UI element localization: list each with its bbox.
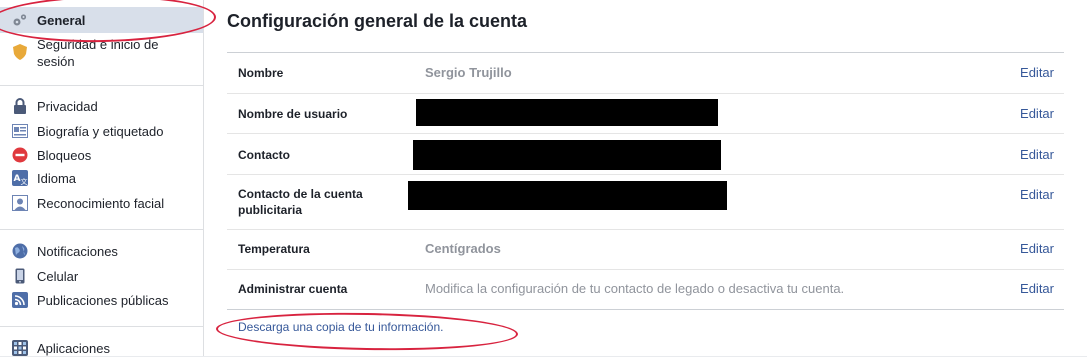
redacted-value	[416, 99, 718, 126]
download-suffix: de tu información.	[344, 320, 444, 334]
sidebar-item-face-recognition[interactable]: Reconocimiento facial	[0, 195, 203, 212]
sidebar-item-timeline[interactable]: Biografía y etiquetado	[0, 123, 203, 140]
lock-icon	[12, 98, 28, 114]
setting-label: Contacto	[238, 148, 290, 162]
sidebar-item-label: Idioma	[37, 171, 77, 186]
phone-icon	[12, 268, 28, 284]
svg-text:A: A	[14, 174, 21, 184]
block-icon	[12, 147, 28, 163]
sidebar-item-label: Aplicaciones	[37, 341, 110, 356]
gear-icon	[12, 12, 28, 28]
sidebar-item-notifications[interactable]: Notificaciones	[0, 243, 203, 260]
setting-label: Temperatura	[238, 242, 310, 256]
setting-row-manage-account[interactable]: Administrar cuenta Modifica la configura…	[227, 270, 1064, 310]
setting-label: Nombre de usuario	[238, 107, 348, 121]
setting-row-contact[interactable]: Contacto Editar	[227, 134, 1064, 175]
language-icon: A文	[12, 170, 28, 186]
settings-main: Configuración general de la cuenta Nombr…	[204, 0, 1087, 356]
sidebar-divider	[0, 85, 203, 86]
shield-icon	[12, 44, 28, 60]
sidebar-item-mobile[interactable]: Celular	[0, 268, 203, 285]
edit-link[interactable]: Editar	[1020, 106, 1054, 122]
page-title: Configuración general de la cuenta	[227, 11, 528, 31]
sidebar-item-label: Bloqueos	[37, 148, 92, 163]
sidebar-item-general[interactable]: General	[0, 7, 203, 33]
edit-link[interactable]: Editar	[1020, 65, 1054, 81]
sidebar-item-privacy[interactable]: Privacidad	[0, 98, 203, 115]
setting-label: Nombre	[238, 66, 284, 80]
sidebar-item-label: Biografía y etiquetado	[37, 124, 164, 139]
apps-icon	[12, 340, 28, 356]
sidebar-item-security[interactable]: Seguridad e inicio de sesión	[0, 36, 203, 70]
rss-icon	[12, 292, 28, 308]
sidebar-item-label: Celular	[37, 269, 79, 284]
setting-row-username[interactable]: Nombre de usuario Editar	[227, 94, 1064, 134]
edit-link[interactable]: Editar	[1020, 241, 1054, 257]
redacted-value	[413, 140, 721, 170]
setting-value: Modifica la configuración de tu contacto…	[425, 281, 845, 296]
sidebar-item-language[interactable]: A文 Idioma	[0, 170, 203, 187]
sidebar-item-label: Reconocimiento facial	[37, 196, 165, 211]
setting-label: Administrar cuenta	[238, 282, 348, 296]
sidebar-divider	[0, 326, 203, 327]
face-recognition-icon	[12, 195, 28, 211]
sidebar-item-label: Privacidad	[37, 99, 98, 114]
setting-value: Sergio Trujillo	[425, 65, 512, 80]
edit-link[interactable]: Editar	[1020, 147, 1054, 163]
setting-row-ad-account-contact[interactable]: Contacto de la cuenta publicitaria Edita…	[227, 175, 1064, 230]
download-prefix: Descarga una	[238, 320, 317, 334]
sidebar-item-label: Publicaciones públicas	[37, 293, 169, 308]
sidebar-item-blocking[interactable]: Bloqueos	[0, 147, 203, 164]
sidebar-item-label: General	[37, 12, 86, 28]
setting-value: Centígrados	[425, 241, 501, 256]
sidebar-item-public-posts[interactable]: Publicaciones públicas	[0, 292, 203, 309]
globe-icon	[12, 243, 28, 259]
edit-link[interactable]: Editar	[1020, 187, 1054, 203]
timeline-icon	[12, 123, 28, 139]
svg-text:文: 文	[21, 177, 28, 186]
sidebar-item-label: Seguridad e inicio de sesión	[37, 37, 159, 69]
setting-label: Contacto de la cuenta publicitaria	[238, 187, 363, 217]
sidebar-item-apps[interactable]: Aplicaciones	[0, 340, 203, 357]
sidebar-item-label: Notificaciones	[37, 244, 118, 259]
setting-row-name[interactable]: Nombre Sergio Trujillo Editar	[227, 53, 1064, 94]
download-copy-link[interactable]: copia	[316, 320, 345, 334]
setting-row-temperature[interactable]: Temperatura Centígrados Editar	[227, 230, 1064, 270]
edit-link[interactable]: Editar	[1020, 281, 1054, 297]
settings-sidebar: General Seguridad e inicio de sesión Pri…	[0, 0, 204, 356]
download-info: Descarga una copia de tu información.	[238, 320, 443, 334]
redacted-value	[408, 181, 727, 210]
sidebar-divider	[0, 229, 203, 230]
